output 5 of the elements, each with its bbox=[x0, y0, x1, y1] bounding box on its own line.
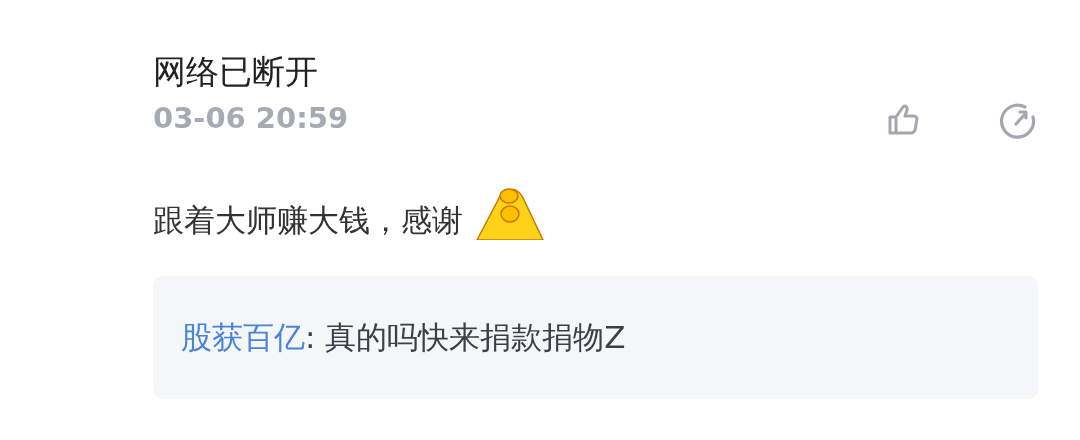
share-icon[interactable] bbox=[998, 100, 1038, 140]
comment-text: 跟着大师赚大钱，感谢 bbox=[153, 201, 463, 240]
username[interactable]: 网络已断开 bbox=[153, 48, 349, 96]
reply-text: 股获百亿: 真的吗快来捐款捐物Z bbox=[181, 317, 626, 357]
comment-time: 03-06 20:59 bbox=[153, 100, 349, 137]
